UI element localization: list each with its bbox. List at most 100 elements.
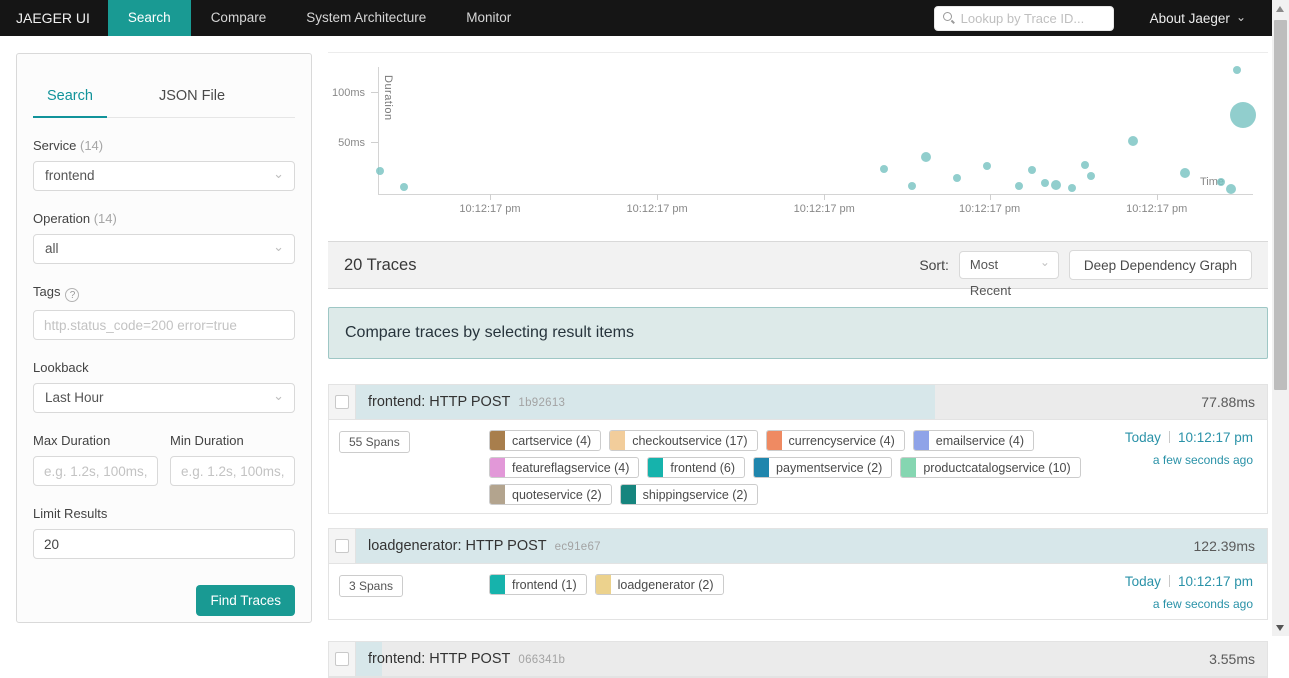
trace-time-link[interactable]: 10:12:17 pm <box>1178 574 1253 589</box>
service-chip: featureflagservice (4) <box>489 457 640 478</box>
trace-checkbox[interactable] <box>335 395 349 409</box>
trace-id: 1b92613 <box>518 397 566 409</box>
service-color-swatch <box>913 431 929 450</box>
scatter-plot-area <box>375 63 1257 194</box>
scrollbar-thumb[interactable] <box>1274 20 1287 390</box>
trace-scatter-dot[interactable] <box>1216 178 1225 186</box>
trace-scatter-dot[interactable] <box>1040 179 1049 187</box>
trace-title: frontend: HTTP POST 066341b <box>368 651 566 667</box>
trace-scatter-dot[interactable] <box>907 182 916 190</box>
trace-scatter-dot[interactable] <box>1179 168 1190 178</box>
trace-date-link[interactable]: Today <box>1125 430 1161 445</box>
deep-dependency-graph-button[interactable]: Deep Dependency Graph <box>1068 250 1252 280</box>
min-duration-input[interactable] <box>170 456 295 486</box>
trace-checkbox[interactable] <box>335 652 349 666</box>
trace-scatter-dot[interactable] <box>879 165 888 173</box>
span-count-chip: 3 Spans <box>339 575 404 597</box>
divider <box>1168 575 1170 587</box>
about-jaeger-menu[interactable]: About Jaeger <box>1150 11 1246 26</box>
trace-scatter-dot[interactable] <box>375 167 384 175</box>
trace-scatter-dot[interactable] <box>1087 172 1096 180</box>
y-axis-tick-label: 100ms <box>331 87 365 99</box>
trace-id-lookup-input[interactable] <box>933 5 1114 31</box>
service-chip: quoteservice (2) <box>489 484 612 505</box>
max-duration-input[interactable] <box>33 456 158 486</box>
service-select[interactable]: frontend <box>33 161 295 191</box>
trace-scatter-dot[interactable] <box>1027 166 1036 174</box>
y-axis-ticks: 100ms 50ms <box>328 63 378 193</box>
trace-body: 3 Spans frontend (1) loadgenerator (2) To… <box>329 564 1267 619</box>
x-axis-tick-mark <box>657 194 659 200</box>
nav-tab-monitor[interactable]: Monitor <box>446 0 531 36</box>
trace-header[interactable]: frontend: HTTP POST 1b92613 77.88ms <box>329 385 1267 420</box>
x-axis-tick-label: 10:12:17 pm <box>793 203 855 215</box>
help-icon[interactable] <box>65 288 80 302</box>
tab-json-file[interactable]: JSON File <box>145 82 239 117</box>
vertical-scrollbar[interactable] <box>1272 0 1289 636</box>
y-axis-tick-mark <box>371 142 378 143</box>
search-icon <box>942 11 952 21</box>
tags-input[interactable] <box>33 310 295 340</box>
operation-select[interactable]: all <box>33 234 295 264</box>
lookback-select[interactable]: Last Hour <box>33 383 295 413</box>
service-chip: checkoutservice (17) <box>609 430 758 451</box>
nav-tab-system-architecture[interactable]: System Architecture <box>286 0 446 36</box>
app-brand: JAEGER UI <box>16 10 90 26</box>
trace-title: loadgenerator: HTTP POST ec91e67 <box>368 538 601 554</box>
trace-scatter-dot[interactable] <box>1226 184 1237 194</box>
trace-scatter-dot[interactable] <box>1051 180 1062 190</box>
nav-tab-search[interactable]: Search <box>107 0 191 36</box>
trace-scatter-dot[interactable] <box>920 152 931 162</box>
trace-result-row: frontend: HTTP POST 066341b 3.55ms <box>328 641 1268 678</box>
x-axis-tick-label: 10:12:17 pm <box>626 203 688 215</box>
trace-scatter-dot[interactable] <box>983 162 991 170</box>
trace-scatter-dot[interactable] <box>953 174 962 182</box>
divider <box>1168 431 1170 443</box>
service-chip-label: checkoutservice (17) <box>632 433 748 448</box>
sort-select[interactable]: Most Recent <box>958 249 1059 298</box>
trace-time-info: Today 10:12:17 pm a few seconds ago <box>1089 428 1257 467</box>
service-chip: currencyservice (4) <box>765 430 905 451</box>
scroll-up-icon[interactable] <box>1276 6 1284 12</box>
service-color-swatch <box>490 458 505 477</box>
nav-tab-compare[interactable]: Compare <box>191 0 287 36</box>
service-color-swatch <box>648 458 664 477</box>
trace-title: frontend: HTTP POST 1b92613 <box>368 394 566 410</box>
trace-scatter-dot[interactable] <box>1128 136 1139 146</box>
limit-results-input[interactable] <box>33 529 295 559</box>
trace-scatter-dot[interactable] <box>1067 184 1076 192</box>
service-chip-label: featureflagservice (4) <box>512 460 630 475</box>
trace-header[interactable]: loadgenerator: HTTP POST ec91e67 122.39ms <box>329 529 1267 564</box>
find-traces-button[interactable]: Find Traces <box>196 585 295 616</box>
x-axis-tick-label: 10:12:17 pm <box>959 203 1021 215</box>
service-chip-label: paymentservice (2) <box>776 460 883 475</box>
x-axis-tick-label: 10:12:17 pm <box>1126 203 1188 215</box>
service-color-swatch <box>754 458 770 477</box>
trace-result-row: loadgenerator: HTTP POST ec91e67 122.39ms… <box>328 528 1268 620</box>
trace-date-link[interactable]: Today <box>1125 574 1161 589</box>
tab-search[interactable]: Search <box>33 82 107 118</box>
scroll-down-icon[interactable] <box>1276 625 1284 631</box>
trace-checkbox[interactable] <box>335 539 349 553</box>
service-chip-label: currencyservice (4) <box>788 433 895 448</box>
trace-scatter-dot[interactable] <box>1233 66 1242 74</box>
trace-scatter-dot[interactable] <box>1081 161 1089 169</box>
trace-header[interactable]: frontend: HTTP POST 066341b 3.55ms <box>329 642 1267 677</box>
results-main: Duration Time 100ms 50ms 10:12:17 pm 10:12… <box>328 52 1268 678</box>
search-sidebar: Search JSON File Service (14) frontend O… <box>16 53 312 623</box>
trace-scatter-dot[interactable] <box>1015 182 1024 190</box>
service-chip-label: productcatalogservice (10) <box>923 460 1071 475</box>
sort-label: Sort: <box>919 257 949 273</box>
service-chip: cartservice (4) <box>489 430 602 451</box>
service-color-swatch <box>595 575 611 594</box>
sidebar-tabs: Search JSON File <box>33 82 295 118</box>
trace-scatter-dot[interactable] <box>1230 102 1257 128</box>
trace-scatter-dot[interactable] <box>400 183 409 191</box>
trace-time-link[interactable]: 10:12:17 pm <box>1178 430 1253 445</box>
service-chip: frontend (1) <box>489 574 587 595</box>
trace-relative-time: a few seconds ago <box>1152 453 1253 467</box>
trace-time-info: Today 10:12:17 pm a few seconds ago <box>1089 572 1257 611</box>
service-color-swatch <box>620 485 636 504</box>
x-axis-tick-mark <box>490 194 491 200</box>
y-axis-tick-mark <box>371 92 378 93</box>
